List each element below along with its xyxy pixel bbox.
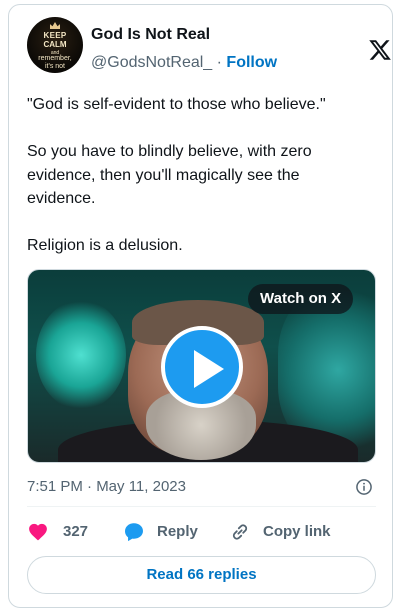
copy-link-button[interactable]: Copy link	[229, 517, 349, 545]
avatar-text-2: CALM	[43, 40, 67, 49]
reply-label: Reply	[157, 523, 198, 540]
avatar-text-5: it's not	[44, 63, 65, 70]
reply-bubble-icon	[125, 523, 143, 542]
divider	[27, 506, 376, 507]
play-icon	[194, 350, 224, 388]
tweet-line: evidence, then you'll magically see the	[27, 166, 300, 184]
like-button[interactable]: 327	[27, 517, 105, 545]
tweet-actions: 327 Reply Copy link	[27, 517, 377, 545]
tweet-line: Religion is a delusion.	[27, 237, 183, 254]
avatar[interactable]: KEEP CALM and remember, it's not	[27, 17, 83, 73]
video-thumbnail[interactable]: Watch on X	[27, 269, 376, 463]
read-replies-button[interactable]: Read 66 replies	[27, 556, 376, 594]
x-logo-icon[interactable]	[367, 38, 393, 62]
like-count: 327	[63, 523, 89, 540]
tweet-line: "God is self-evident to those who believ…	[27, 96, 326, 113]
embedded-tweet-card: KEEP CALM and remember, it's not God Is …	[8, 4, 393, 608]
play-button[interactable]	[161, 326, 243, 408]
info-icon[interactable]	[354, 477, 374, 497]
handle-row: @GodsNotReal_ · Follow	[91, 53, 277, 73]
separator-dot: ·	[216, 54, 222, 71]
watch-on-x-badge[interactable]: Watch on X	[248, 284, 354, 314]
reply-button[interactable]: Reply	[123, 517, 213, 545]
avatar-text-1: KEEP	[43, 31, 67, 40]
tweet-line: evidence.	[27, 190, 96, 207]
heart-icon	[29, 523, 47, 541]
tweet-header: KEEP CALM and remember, it's not God Is …	[27, 17, 391, 73]
tweet-line: So you have to blindly believe, with zer…	[27, 143, 312, 160]
avatar-text-4: remember,	[38, 55, 72, 62]
follow-link[interactable]: Follow	[226, 54, 277, 71]
author-name[interactable]: God Is Not Real	[91, 25, 210, 45]
copy-link-label: Copy link	[263, 523, 331, 540]
tweet-timestamp[interactable]: 7:51 PM · May 11, 2023	[27, 477, 186, 497]
link-icon	[232, 524, 248, 540]
tweet-text: "God is self-evident to those who believ…	[27, 93, 377, 258]
crown-icon	[50, 22, 60, 29]
author-handle[interactable]: @GodsNotReal_	[91, 54, 212, 71]
